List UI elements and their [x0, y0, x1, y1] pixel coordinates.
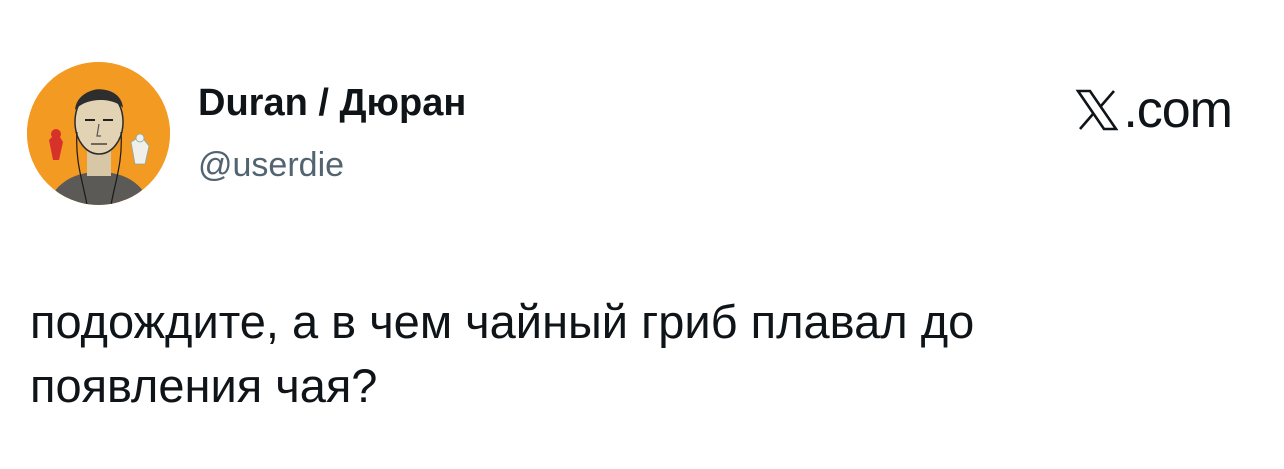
avatar[interactable]: [27, 62, 170, 205]
user-handle[interactable]: @userdie: [198, 144, 344, 186]
tweet-line: подождите, а в чем чайный гриб плавал до: [30, 295, 975, 348]
brand-domain: .com: [1123, 81, 1233, 139]
tweet-line: появления чая?: [30, 359, 378, 412]
x-logo-icon: [1075, 89, 1119, 131]
display-name[interactable]: Duran / Дюран: [198, 80, 466, 126]
tweet-text: подождите, а в чем чайный гриб плавал до…: [30, 290, 1230, 418]
x-brand: .com: [1074, 81, 1233, 139]
avatar-illustration-icon: [27, 62, 170, 205]
